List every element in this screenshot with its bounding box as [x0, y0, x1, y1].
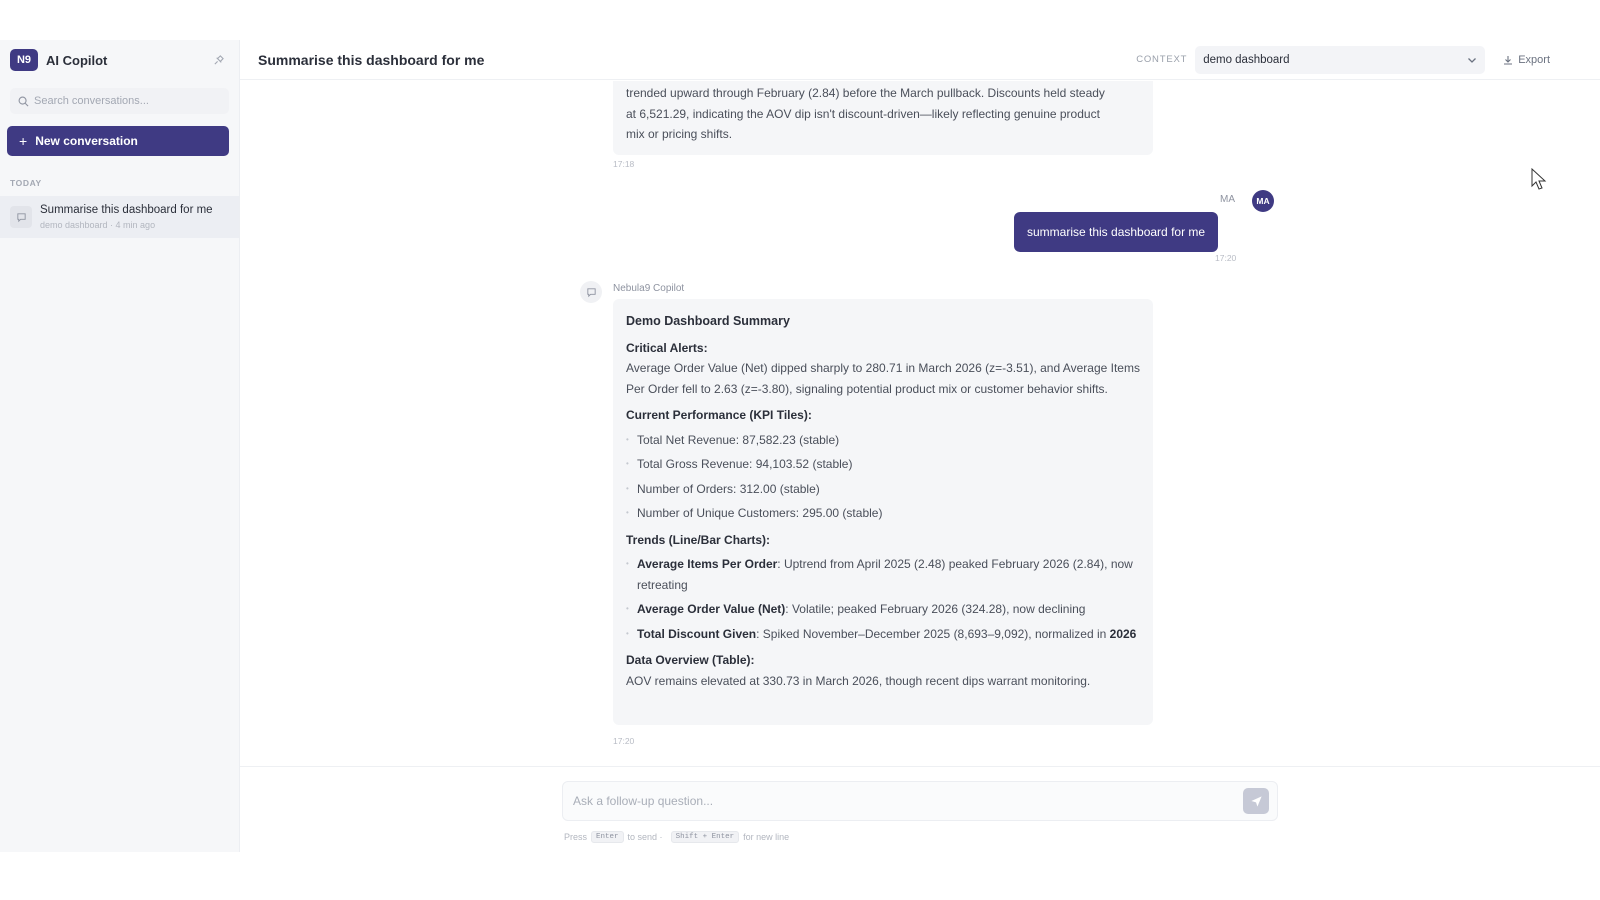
new-conversation-label: New conversation — [35, 134, 138, 148]
composer-bar: Press Enter to send · Shift + Enter for … — [240, 766, 1600, 852]
trend-label: Average Items Per Order — [637, 557, 778, 571]
search-input[interactable] — [34, 95, 214, 107]
assistant-message: Demo Dashboard Summary Critical Alerts: … — [613, 299, 1153, 725]
overview-heading: Data Overview (Table): — [626, 653, 755, 667]
message-line: mix or pricing shifts. — [626, 127, 733, 141]
trend-label: Total Discount Given — [637, 626, 757, 641]
enter-key: Enter — [591, 831, 624, 843]
send-icon — [1250, 795, 1262, 807]
chevron-down-icon — [1468, 57, 1477, 63]
sidebar: N9 AI Copilot + New conversation TODAY S… — [0, 40, 240, 852]
list-item: Average Items Per Order: Uptrend from Ap… — [626, 554, 1141, 595]
user-message: summarise this dashboard for me — [1014, 212, 1219, 252]
download-icon — [1504, 55, 1513, 65]
brand-name: AI Copilot — [46, 52, 108, 68]
send-button[interactable] — [1243, 788, 1269, 814]
assistant-name: Nebula9 Copilot — [613, 283, 685, 294]
context-value: demo dashboard — [1203, 53, 1290, 66]
user-avatar: MA — [1252, 190, 1274, 212]
kpi-heading: Current Performance (KPI Tiles): — [626, 408, 812, 422]
conversation-title: Summarise this dashboard for me — [40, 204, 213, 216]
chat-bubble-icon — [586, 287, 596, 297]
follow-up-input[interactable] — [573, 794, 1213, 808]
assistant-message-previous: trended upward through February (2.84) b… — [613, 81, 1153, 155]
trend-text-bold: 2026 — [1109, 626, 1137, 641]
new-conversation-button[interactable]: + New conversation — [7, 126, 229, 156]
overview-text: AOV remains elevated at 330.73 in March … — [626, 673, 1091, 688]
chat-bubble-icon — [10, 206, 32, 228]
hint-text: for new line — [743, 832, 790, 842]
context-select[interactable]: demo dashboard — [1195, 45, 1486, 74]
list-item: Average Order Value (Net): Volatile; pea… — [626, 599, 1141, 620]
list-item: Total Gross Revenue: 94,103.52 (stable) — [626, 454, 1141, 475]
collapse-sidebar-button[interactable] — [209, 51, 227, 69]
assistant-avatar — [580, 281, 602, 303]
composer[interactable] — [562, 781, 1278, 821]
composer-hint: Press Enter to send · Shift + Enter for … — [564, 831, 789, 843]
shift-enter-key: Shift + Enter — [670, 831, 740, 843]
user-name: MA — [1220, 194, 1235, 205]
trend-text: : Spiked November–December 2025 (8,693–9… — [756, 626, 1110, 641]
message-timestamp: 17:20 — [1215, 253, 1237, 263]
trend-text: : Volatile; peaked February 2026 (324.28… — [785, 602, 1086, 616]
page-title: Summarise this dashboard for me — [258, 51, 485, 68]
trends-heading: Trends (Line/Bar Charts): — [626, 532, 771, 547]
brand-logo: N9 — [10, 49, 38, 71]
trend-label: Average Order Value (Net) — [637, 602, 786, 616]
kpi-list: Total Net Revenue: 87,582.23 (stable) To… — [626, 430, 1141, 524]
export-button[interactable]: Export — [1493, 46, 1560, 74]
chat-header: Summarise this dashboard for me CONTEXT … — [240, 40, 1600, 80]
brand: N9 AI Copilot — [0, 40, 239, 80]
export-label: Export — [1518, 53, 1550, 66]
plus-icon: + — [19, 133, 28, 149]
hint-text: to send · — [627, 832, 663, 842]
section-label-today: TODAY — [10, 178, 42, 188]
critical-alerts-text: Average Order Value (Net) dipped sharply… — [626, 361, 1140, 396]
hint-text: Press — [564, 832, 588, 842]
critical-alerts-heading: Critical Alerts: — [626, 340, 708, 355]
list-item: Total Discount Given: Spiked November–De… — [626, 624, 1141, 645]
search-icon — [18, 96, 29, 106]
chat-thread[interactable]: trended upward through February (2.84) b… — [240, 81, 1600, 766]
message-line: at 6,521.29, indicating the AOV dip isn'… — [626, 106, 1100, 121]
conversation-meta: demo dashboard · 4 min ago — [40, 220, 156, 230]
list-item: Number of Unique Customers: 295.00 (stab… — [626, 503, 1141, 524]
search-conversations[interactable] — [10, 88, 229, 114]
message-line: trended upward through February (2.84) b… — [626, 86, 1105, 100]
summary-heading: Demo Dashboard Summary — [626, 314, 790, 328]
mouse-cursor-icon — [1531, 168, 1547, 190]
message-timestamp: 17:18 — [613, 159, 635, 169]
list-item: Total Net Revenue: 87,582.23 (stable) — [626, 430, 1141, 451]
message-timestamp: 17:20 — [613, 736, 635, 746]
trends-list: Average Items Per Order: Uptrend from Ap… — [626, 554, 1141, 644]
pin-icon — [213, 54, 224, 65]
list-item: Number of Orders: 312.00 (stable) — [626, 479, 1141, 500]
context-label: CONTEXT — [1136, 54, 1188, 65]
conversation-item[interactable]: Summarise this dashboard for me demo das… — [0, 196, 239, 238]
